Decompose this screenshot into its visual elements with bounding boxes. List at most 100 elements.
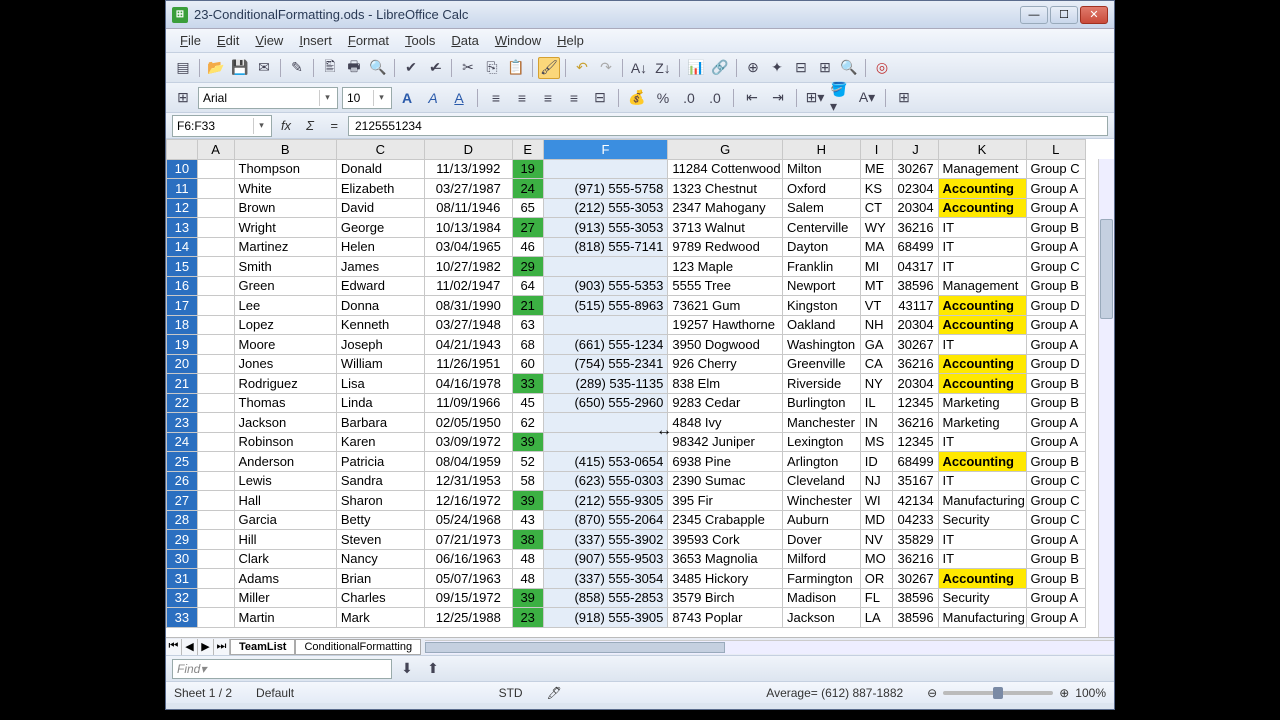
- cell[interactable]: Group B: [1026, 452, 1086, 472]
- cell[interactable]: [197, 257, 234, 277]
- cell[interactable]: WY: [860, 218, 893, 238]
- cell[interactable]: IT: [938, 549, 1026, 569]
- cell[interactable]: Kenneth: [336, 315, 424, 335]
- copy-icon[interactable]: ⎘: [481, 57, 503, 79]
- cell[interactable]: 10/27/1982: [424, 257, 512, 277]
- cell[interactable]: (903) 555-5353: [543, 276, 668, 296]
- cell[interactable]: [197, 510, 234, 530]
- grid-toggle-icon[interactable]: ⊞: [893, 87, 915, 109]
- cell[interactable]: Rodriguez: [234, 374, 336, 394]
- sum-icon[interactable]: Σ: [300, 116, 320, 136]
- cell[interactable]: Jackson: [234, 413, 336, 433]
- cell[interactable]: Group A: [1026, 588, 1086, 608]
- close-button[interactable]: ✕: [1080, 6, 1108, 24]
- cell[interactable]: Security: [938, 510, 1026, 530]
- cell[interactable]: (754) 555-2341: [543, 354, 668, 374]
- cell[interactable]: [197, 393, 234, 413]
- cell[interactable]: 20304: [893, 374, 938, 394]
- maximize-button[interactable]: ☐: [1050, 6, 1078, 24]
- cell[interactable]: (870) 555-2064: [543, 510, 668, 530]
- bold-icon[interactable]: A: [396, 87, 418, 109]
- cell[interactable]: WI: [860, 491, 893, 511]
- cell[interactable]: 09/15/1972: [424, 588, 512, 608]
- cell[interactable]: 06/16/1963: [424, 549, 512, 569]
- cell[interactable]: 19: [512, 159, 543, 179]
- cell[interactable]: MI: [860, 257, 893, 277]
- autospell-icon[interactable]: ✔̶: [424, 57, 446, 79]
- cell[interactable]: Edward: [336, 276, 424, 296]
- cell[interactable]: Group A: [1026, 530, 1086, 550]
- col-header-E[interactable]: E: [512, 140, 543, 160]
- cell[interactable]: Manufacturing: [938, 491, 1026, 511]
- preview-icon[interactable]: 🔍: [367, 57, 389, 79]
- cell[interactable]: Green: [234, 276, 336, 296]
- cell[interactable]: 08/04/1959: [424, 452, 512, 472]
- cell[interactable]: KS: [860, 179, 893, 199]
- cell[interactable]: Brian: [336, 569, 424, 589]
- font-size-combo[interactable]: 10▾: [342, 87, 392, 109]
- cell[interactable]: ME: [860, 159, 893, 179]
- edit-icon[interactable]: ✎: [286, 57, 308, 79]
- cell[interactable]: Moore: [234, 335, 336, 355]
- col-header-D[interactable]: D: [424, 140, 512, 160]
- cell[interactable]: [197, 413, 234, 433]
- cell[interactable]: 73621 Gum: [668, 296, 783, 316]
- cell[interactable]: Accounting: [938, 296, 1026, 316]
- cell[interactable]: (858) 555-2853: [543, 588, 668, 608]
- cell[interactable]: Oakland: [782, 315, 860, 335]
- cell[interactable]: [543, 257, 668, 277]
- row-header[interactable]: 19: [167, 335, 198, 355]
- cell[interactable]: 33: [512, 374, 543, 394]
- cell[interactable]: Anderson: [234, 452, 336, 472]
- menu-data[interactable]: Data: [443, 30, 486, 51]
- cell[interactable]: 03/04/1965: [424, 237, 512, 257]
- cell[interactable]: 08/31/1990: [424, 296, 512, 316]
- cell[interactable]: 2345 Crabapple: [668, 510, 783, 530]
- cell[interactable]: (907) 555-9503: [543, 549, 668, 569]
- row-header[interactable]: 21: [167, 374, 198, 394]
- cell[interactable]: Joseph: [336, 335, 424, 355]
- zoom-icon[interactable]: 🔍: [838, 57, 860, 79]
- cell[interactable]: 65: [512, 198, 543, 218]
- cell[interactable]: Jackson: [782, 608, 860, 628]
- cell[interactable]: Garcia: [234, 510, 336, 530]
- cell[interactable]: Centerville: [782, 218, 860, 238]
- grid-icon[interactable]: ⊞: [814, 57, 836, 79]
- cell[interactable]: Security: [938, 588, 1026, 608]
- cell[interactable]: 30267: [893, 569, 938, 589]
- sheet-tab-other[interactable]: ConditionalFormatting: [295, 639, 421, 655]
- cell[interactable]: Robinson: [234, 432, 336, 452]
- cell[interactable]: 39: [512, 491, 543, 511]
- cell[interactable]: Group C: [1026, 257, 1086, 277]
- cell[interactable]: Lopez: [234, 315, 336, 335]
- cell[interactable]: Miller: [234, 588, 336, 608]
- borders-icon[interactable]: ⊞▾: [804, 87, 826, 109]
- spreadsheet-grid[interactable]: ABCDEFGHIJKL 10ThompsonDonald11/13/19921…: [166, 139, 1114, 637]
- menu-window[interactable]: Window: [487, 30, 549, 51]
- cell[interactable]: Charles: [336, 588, 424, 608]
- col-header-I[interactable]: I: [860, 140, 893, 160]
- cell[interactable]: 20304: [893, 198, 938, 218]
- cell[interactable]: (650) 555-2960: [543, 393, 668, 413]
- cell[interactable]: 03/09/1972: [424, 432, 512, 452]
- cell[interactable]: Linda: [336, 393, 424, 413]
- row-header[interactable]: 15: [167, 257, 198, 277]
- save-icon[interactable]: 💾: [229, 57, 251, 79]
- cell[interactable]: IT: [938, 471, 1026, 491]
- cell[interactable]: Franklin: [782, 257, 860, 277]
- cell[interactable]: 48: [512, 569, 543, 589]
- cell[interactable]: Group A: [1026, 413, 1086, 433]
- cell[interactable]: 5555 Tree: [668, 276, 783, 296]
- cell[interactable]: 39: [512, 588, 543, 608]
- paste-icon[interactable]: 📋: [505, 57, 527, 79]
- menu-tools[interactable]: Tools: [397, 30, 443, 51]
- redo-icon[interactable]: ↷: [595, 57, 617, 79]
- cell[interactable]: 38596: [893, 588, 938, 608]
- currency-icon[interactable]: 💰: [626, 87, 648, 109]
- fontcolor-icon[interactable]: A▾: [856, 87, 878, 109]
- row-header[interactable]: 32: [167, 588, 198, 608]
- cell[interactable]: 11/09/1966: [424, 393, 512, 413]
- cell[interactable]: Accounting: [938, 374, 1026, 394]
- cell[interactable]: 3579 Birch: [668, 588, 783, 608]
- cell[interactable]: [197, 432, 234, 452]
